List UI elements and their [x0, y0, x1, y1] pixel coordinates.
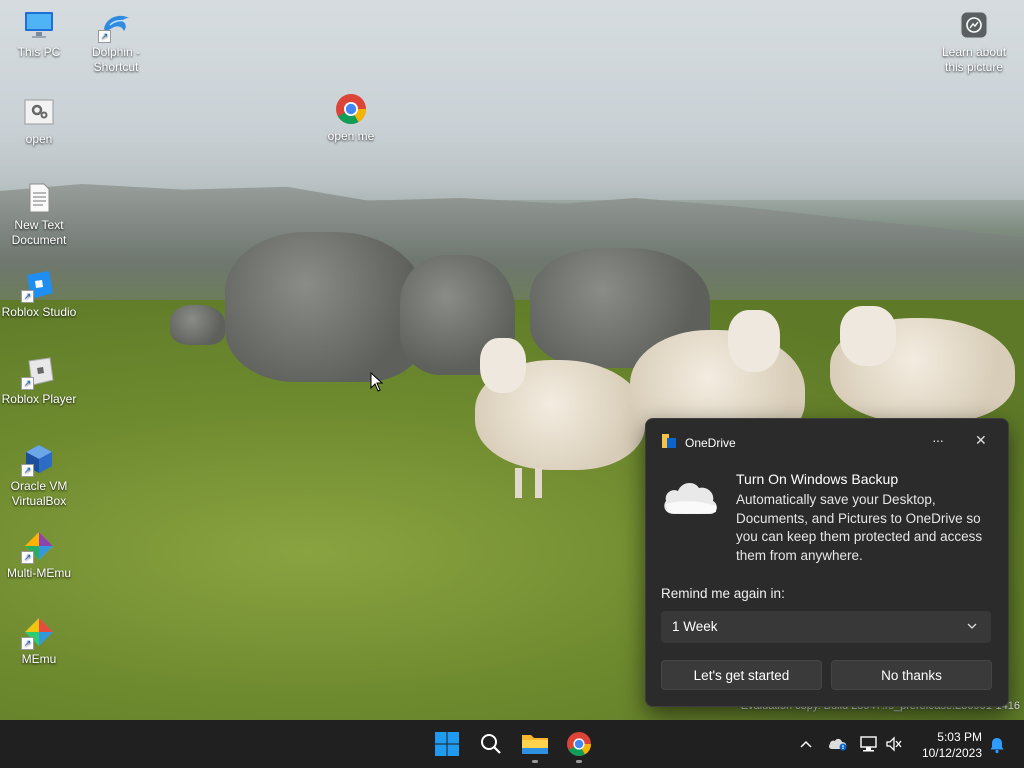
shortcut-arrow-icon: ↗: [21, 464, 34, 477]
desktop-icon-this-pc[interactable]: This PC: [1, 9, 77, 60]
desktop-icon-label: Dolphin - Shortcut: [91, 45, 141, 74]
running-indicator: [576, 760, 582, 763]
mouse-cursor-icon: [370, 372, 384, 392]
search-icon: [481, 734, 501, 754]
cloud-icon: [660, 476, 720, 521]
desktop-icon-label: Learn about this picture: [941, 45, 1007, 74]
running-indicator: [532, 760, 538, 763]
notification-center-button[interactable]: [986, 720, 1008, 768]
chrome-taskbar-button[interactable]: [561, 726, 597, 763]
desktop-icon-label: This PC: [17, 45, 61, 59]
desktop-icon-label: Roblox Studio: [1, 305, 77, 319]
file-explorer-button[interactable]: [517, 726, 553, 763]
clock[interactable]: 5:03 PM 10/12/2023: [922, 729, 982, 761]
clock-date: 10/12/2023: [921, 746, 982, 760]
desktop-icon-label: Multi-MEmu: [6, 566, 71, 580]
shortcut-arrow-icon: ↗: [21, 290, 34, 303]
desktop-icon-label: open: [25, 132, 53, 146]
desktop-icon-label: Roblox Player: [1, 392, 77, 406]
roblox-studio-icon: ↗: [21, 269, 55, 303]
desktop-icon-virtualbox[interactable]: ↗ Oracle VM VirtualBox: [1, 443, 77, 509]
close-button[interactable]: ✕: [975, 432, 987, 449]
notification-header: OneDrive: [661, 433, 736, 452]
lets-get-started-button[interactable]: Let's get started: [661, 660, 822, 690]
more-options-button[interactable]: ···: [932, 432, 944, 448]
desktop-icon-learn-about-picture[interactable]: Learn about this picture: [936, 9, 1012, 75]
desktop-icon-memu[interactable]: ↗ MEmu: [1, 616, 77, 667]
rock: [225, 232, 425, 382]
desktop-icon-roblox-player[interactable]: ↗ Roblox Player: [1, 356, 77, 407]
onedrive-app-icon: [661, 433, 677, 452]
remind-interval-value: 1 Week: [672, 619, 718, 634]
shortcut-arrow-icon: ↗: [21, 637, 34, 650]
shortcut-arrow-icon: ↗: [98, 30, 111, 43]
desktop-icon-open[interactable]: open: [1, 96, 77, 147]
onedrive-backup-notification: OneDrive ··· ✕ Turn On Windows Backup Au…: [645, 418, 1009, 707]
desktop-icon-multi-memu[interactable]: ↗ Multi-MEmu: [1, 530, 77, 581]
chrome-icon: [567, 732, 591, 757]
sheep: [830, 306, 1015, 423]
onedrive-icon: [828, 738, 847, 751]
settings-file-icon: [23, 96, 55, 128]
shortcut-arrow-icon: ↗: [21, 377, 34, 390]
clock-time: 5:03 PM: [937, 730, 982, 744]
file-explorer-icon: [522, 735, 548, 754]
memu-icon: ↗: [21, 616, 55, 650]
desktop-icon-open-me[interactable]: open me: [313, 93, 389, 144]
no-thanks-button[interactable]: No thanks: [831, 660, 992, 690]
notification-app-name: OneDrive: [685, 435, 736, 450]
network-icon: [860, 736, 877, 752]
desktop-icon-roblox-studio[interactable]: ↗ Roblox Studio: [1, 269, 77, 320]
rock: [170, 305, 225, 345]
monitor-icon: [23, 9, 55, 41]
search-button[interactable]: [473, 726, 509, 762]
notification-bell-icon: [990, 738, 1004, 754]
sheep: [475, 338, 645, 498]
roblox-player-icon: ↗: [21, 356, 55, 390]
notification-body: Automatically save your Desktop, Documen…: [736, 492, 983, 563]
start-button[interactable]: [429, 726, 465, 762]
dolphin-icon: ↗: [98, 9, 132, 43]
chevron-up-icon: [800, 740, 812, 748]
text-document-icon: [23, 182, 55, 214]
network-volume-button[interactable]: [857, 720, 907, 768]
multi-memu-icon: ↗: [21, 530, 55, 564]
show-hidden-icons-button[interactable]: [796, 720, 816, 768]
remind-interval-select[interactable]: 1 Week: [661, 611, 991, 643]
chrome-icon: [335, 93, 367, 125]
chevron-down-icon: [967, 611, 977, 643]
notification-title: Turn On Windows Backup: [736, 471, 899, 487]
virtualbox-icon: ↗: [21, 443, 55, 477]
desktop-icon-dolphin-shortcut[interactable]: ↗ Dolphin - Shortcut: [78, 9, 154, 75]
onedrive-tray-button[interactable]: [826, 720, 850, 768]
desktop-icon-label: MEmu: [21, 652, 57, 666]
start-icon: [435, 732, 459, 756]
desktop-icon-label: open me: [327, 129, 375, 143]
desktop-icon-label: Oracle VM VirtualBox: [10, 479, 68, 508]
shortcut-arrow-icon: ↗: [21, 551, 34, 564]
remind-label: Remind me again in:: [661, 586, 785, 601]
desktop-icon-label: New Text Document: [11, 218, 67, 247]
volume-mute-icon: [886, 736, 902, 752]
spotlight-icon: [958, 9, 990, 41]
taskbar: 5:03 PM 10/12/2023: [0, 720, 1024, 768]
desktop-icon-new-text-document[interactable]: New Text Document: [1, 182, 77, 248]
